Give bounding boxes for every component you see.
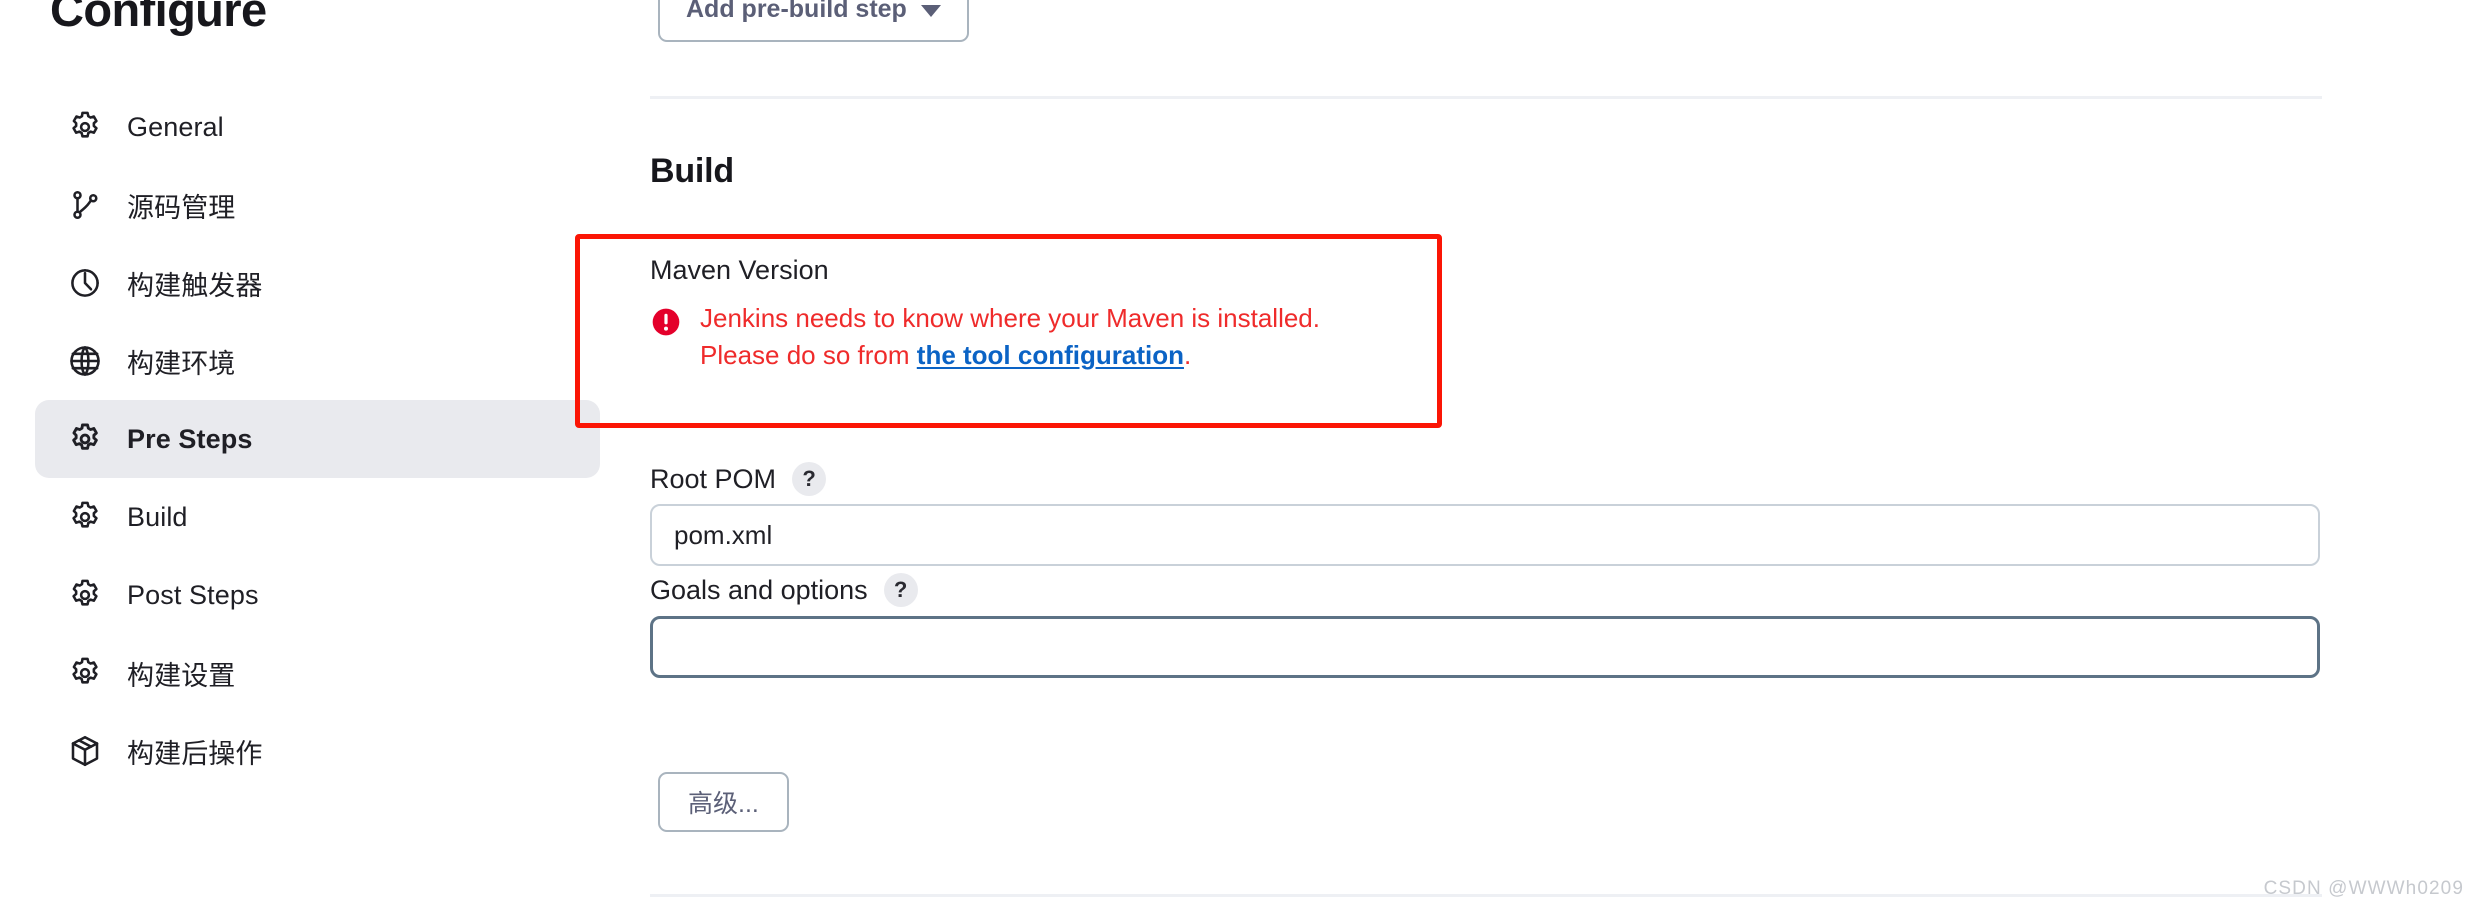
main-content: Add pre-build step Build Maven Version J…	[575, 0, 2478, 914]
error-line-1: Jenkins needs to know where your Maven i…	[700, 303, 1320, 333]
sidebar-item-label: 构建设置	[127, 660, 236, 691]
add-pre-build-step-button[interactable]: Add pre-build step	[658, 0, 969, 42]
sidebar: Configure General 源码管理 构建触发器 构建环境 Pre St…	[0, 0, 620, 914]
maven-version-error: Jenkins needs to know where your Maven i…	[650, 300, 1320, 374]
section-divider-top	[650, 96, 2322, 99]
error-line-2-prefix: Please do so from	[700, 340, 917, 370]
sidebar-item-label: 构建后操作	[127, 738, 263, 769]
build-section-title: Build	[650, 152, 734, 190]
root-pom-input[interactable]	[650, 504, 2320, 566]
root-pom-label: Root POM ?	[650, 462, 827, 496]
git-branch-icon	[67, 187, 103, 223]
help-icon[interactable]: ?	[792, 462, 827, 496]
gear-icon	[67, 655, 103, 691]
watermark: CSDN @WWWh0209	[2263, 878, 2464, 899]
goals-and-options-label: Goals and options ?	[650, 573, 918, 607]
sidebar-item-build-settings[interactable]: 构建设置	[35, 634, 600, 712]
sidebar-item-label: General	[127, 111, 224, 142]
sidebar-item-label: Pre Steps	[127, 423, 253, 454]
sidebar-item-label: Post Steps	[127, 579, 259, 610]
clock-icon	[67, 265, 103, 301]
globe-icon	[67, 343, 103, 379]
sidebar-item-post-steps[interactable]: Post Steps	[35, 556, 600, 634]
sidebar-item-post-build-actions[interactable]: 构建后操作	[35, 712, 600, 790]
goals-and-options-label-text: Goals and options	[650, 574, 868, 605]
gear-icon	[67, 577, 103, 613]
error-circle-icon	[650, 306, 682, 338]
configure-page: Configure General 源码管理 构建触发器 构建环境 Pre St…	[0, 0, 2478, 914]
maven-version-label-text: Maven Version	[650, 255, 829, 285]
maven-version-label: Maven Version	[650, 255, 829, 286]
package-icon	[67, 733, 103, 769]
sidebar-item-build-triggers[interactable]: 构建触发器	[35, 244, 600, 322]
chevron-down-icon	[920, 4, 941, 17]
sidebar-item-general[interactable]: General	[35, 88, 600, 166]
sidebar-nav: General 源码管理 构建触发器 构建环境 Pre Steps Build …	[35, 88, 600, 790]
help-icon[interactable]: ?	[883, 573, 918, 607]
tool-configuration-link[interactable]: the tool configuration	[917, 340, 1184, 370]
sidebar-item-pre-steps[interactable]: Pre Steps	[35, 400, 600, 478]
gear-icon	[67, 421, 103, 457]
sidebar-item-label: Build	[127, 501, 188, 532]
sidebar-item-source-code-management[interactable]: 源码管理	[35, 166, 600, 244]
section-divider-bottom	[650, 894, 2322, 897]
gear-icon	[67, 109, 103, 145]
gear-icon	[67, 499, 103, 535]
sidebar-item-label: 构建环境	[127, 348, 236, 379]
error-line-2-suffix: .	[1183, 340, 1192, 370]
sidebar-item-label: 构建触发器	[127, 270, 263, 301]
root-pom-label-text: Root POM	[650, 463, 777, 494]
sidebar-item-label: 源码管理	[127, 192, 236, 223]
page-title: Configure	[50, 0, 267, 36]
sidebar-item-build[interactable]: Build	[35, 478, 600, 556]
advanced-button[interactable]: 高级...	[658, 772, 789, 832]
add-pre-build-step-label: Add pre-build step	[686, 0, 907, 23]
error-message: Jenkins needs to know where your Maven i…	[700, 300, 1320, 374]
sidebar-item-build-environment[interactable]: 构建环境	[35, 322, 600, 400]
goals-and-options-input[interactable]	[650, 616, 2320, 678]
